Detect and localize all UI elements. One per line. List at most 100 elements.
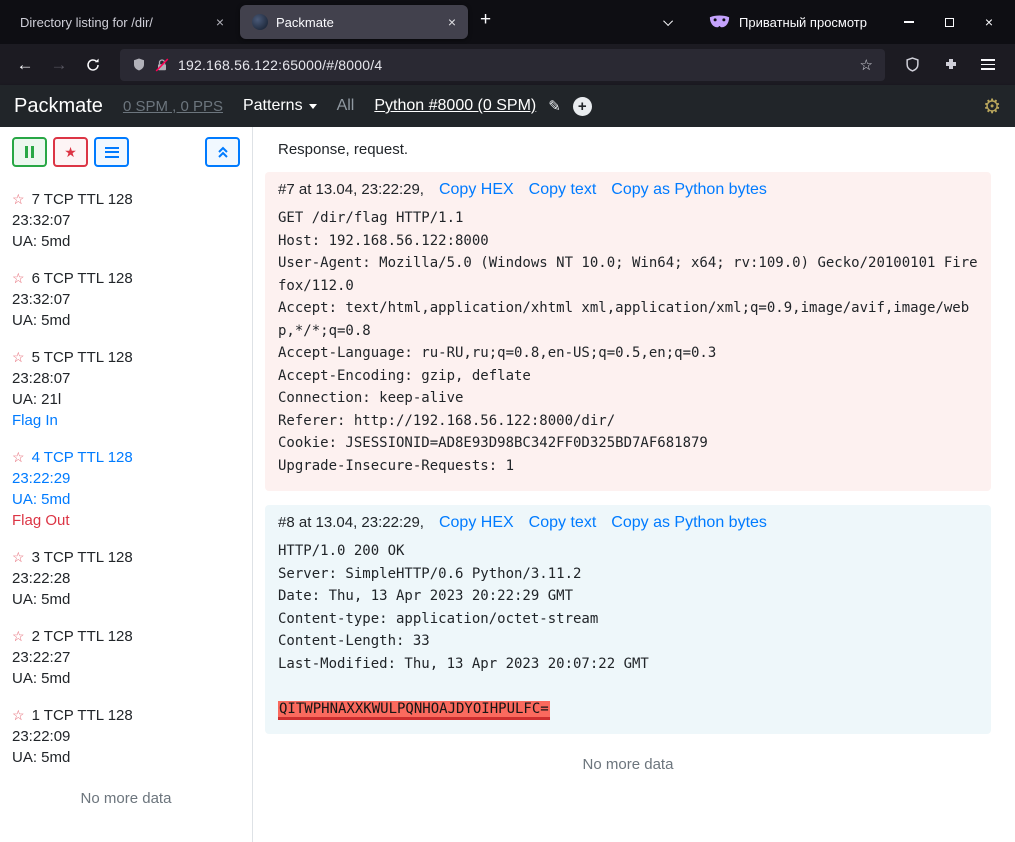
patterns-dropdown[interactable]: Patterns bbox=[243, 97, 317, 115]
copy-text-link[interactable]: Copy text bbox=[529, 181, 597, 199]
insecure-lock-icon[interactable] bbox=[155, 58, 169, 72]
packmate-favicon bbox=[252, 14, 268, 30]
content-area: ★ ☆ 7 TCP TTL 128 23:32:07 UA: 5md ☆ 6 TCP… bbox=[0, 127, 1015, 842]
star-icon[interactable]: ☆ bbox=[12, 268, 25, 289]
caret-down-icon bbox=[309, 104, 317, 109]
stream-time: 23:22:29 bbox=[12, 468, 240, 489]
close-tab-icon[interactable]: × bbox=[212, 14, 228, 30]
packet-header: #8 at 13.04, 23:22:29, Copy HEX Copy tex… bbox=[278, 514, 978, 532]
add-service-icon[interactable]: + bbox=[573, 97, 592, 116]
stream-item-4[interactable]: ☆4 TCP TTL 128 23:22:29 UA: 5md Flag Out bbox=[12, 447, 240, 531]
stream-ua: UA: 5md bbox=[12, 489, 240, 510]
tab-bar: Directory listing for /dir/ × Packmate ×… bbox=[0, 0, 1015, 44]
edit-service-icon[interactable]: ✎ bbox=[548, 97, 561, 115]
packet-id: #8 at 13.04, 23:22:29, bbox=[278, 514, 424, 531]
stream-title: 7 TCP TTL 128 bbox=[32, 189, 133, 210]
flag-in-link[interactable]: Flag In bbox=[12, 410, 240, 431]
hamburger-icon bbox=[981, 59, 995, 61]
stream-ua: UA: 21l bbox=[12, 389, 240, 410]
settings-gear-icon[interactable]: ⚙ bbox=[983, 94, 1001, 119]
direction-filter-text: Response, request. bbox=[278, 141, 991, 158]
stream-title: 1 TCP TTL 128 bbox=[32, 705, 133, 726]
stream-ua: UA: 5md bbox=[12, 310, 240, 331]
star-icon[interactable]: ☆ bbox=[12, 705, 25, 726]
star-icon[interactable]: ☆ bbox=[12, 626, 25, 647]
pause-stream-button[interactable] bbox=[12, 137, 47, 167]
packet-header: #7 at 13.04, 23:22:29, Copy HEX Copy tex… bbox=[278, 181, 978, 199]
stream-time: 23:32:07 bbox=[12, 210, 240, 231]
url-input[interactable]: 192.168.56.122:65000/#/8000/4 bbox=[178, 57, 851, 73]
stream-time: 23:32:07 bbox=[12, 289, 240, 310]
stream-title: 6 TCP TTL 128 bbox=[32, 268, 133, 289]
main-no-more-data: No more data bbox=[265, 756, 991, 773]
star-icon[interactable]: ☆ bbox=[12, 547, 25, 568]
stream-item-2[interactable]: ☆2 TCP TTL 128 23:22:27 UA: 5md bbox=[12, 626, 240, 689]
protections-button[interactable] bbox=[897, 50, 927, 80]
url-bar[interactable]: 192.168.56.122:65000/#/8000/4 ☆ bbox=[120, 49, 885, 81]
star-icon[interactable]: ☆ bbox=[12, 189, 25, 210]
maximize-button[interactable] bbox=[929, 5, 969, 39]
streams-sidebar: ★ ☆ 7 TCP TTL 128 23:32:07 UA: 5md ☆ 6 TCP… bbox=[0, 127, 253, 842]
stream-title: 5 TCP TTL 128 bbox=[32, 347, 133, 368]
shield-icon bbox=[905, 57, 920, 72]
stream-ua: UA: 5md bbox=[12, 589, 240, 610]
private-badge-label: Приватный просмотр bbox=[739, 15, 867, 30]
private-mask-icon bbox=[709, 15, 730, 29]
minimize-button[interactable] bbox=[889, 5, 929, 39]
tab-title: Packmate bbox=[276, 15, 436, 30]
copy-python-bytes-link[interactable]: Copy as Python bytes bbox=[611, 181, 767, 199]
app-brand[interactable]: Packmate bbox=[14, 95, 103, 118]
chevron-down-icon bbox=[663, 16, 673, 26]
collapse-sidebar-button[interactable] bbox=[205, 137, 240, 167]
patterns-label: Patterns bbox=[243, 97, 303, 115]
list-icon bbox=[105, 147, 119, 149]
copy-text-link[interactable]: Copy text bbox=[529, 514, 597, 532]
packet-card-response: #8 at 13.04, 23:22:29, Copy HEX Copy tex… bbox=[265, 505, 991, 734]
close-window-button[interactable]: × bbox=[969, 5, 1009, 39]
packet-card-request: #7 at 13.04, 23:22:29, Copy HEX Copy tex… bbox=[265, 172, 991, 491]
favorites-filter-button[interactable]: ★ bbox=[53, 137, 88, 167]
sidebar-no-more-data: No more data bbox=[12, 790, 240, 807]
stream-item-3[interactable]: ☆3 TCP TTL 128 23:22:28 UA: 5md bbox=[12, 547, 240, 610]
tab-directory-listing[interactable]: Directory listing for /dir/ × bbox=[8, 5, 236, 39]
list-all-tabs-button[interactable] bbox=[656, 5, 683, 39]
extensions-puzzle-icon bbox=[943, 57, 958, 72]
highlighted-flag-match: QITWPHNAXXKWULPQNHOAJDYOIHPULFC= bbox=[278, 701, 550, 720]
list-view-button[interactable] bbox=[94, 137, 129, 167]
spm-pps-stats: 0 SPM , 0 PPS bbox=[123, 98, 223, 115]
copy-python-bytes-link[interactable]: Copy as Python bytes bbox=[611, 514, 767, 532]
copy-hex-link[interactable]: Copy HEX bbox=[439, 181, 514, 199]
stream-item-6[interactable]: ☆ 6 TCP TTL 128 23:32:07 UA: 5md bbox=[12, 268, 240, 331]
sidebar-toolbar: ★ bbox=[12, 137, 240, 167]
stream-item-5[interactable]: ☆5 TCP TTL 128 23:28:07 UA: 21l Flag In bbox=[12, 347, 240, 431]
extensions-button[interactable] bbox=[935, 50, 965, 80]
stream-item-1[interactable]: ☆1 TCP TTL 128 23:22:09 UA: 5md bbox=[12, 705, 240, 768]
bookmark-star-icon[interactable]: ☆ bbox=[860, 56, 873, 74]
stream-item-7[interactable]: ☆ 7 TCP TTL 128 23:32:07 UA: 5md bbox=[12, 189, 240, 252]
stream-time: 23:22:28 bbox=[12, 568, 240, 589]
copy-hex-link[interactable]: Copy HEX bbox=[439, 514, 514, 532]
service-name-link[interactable]: Python #8000 (0 SPM) bbox=[374, 97, 536, 115]
back-button[interactable]: ← bbox=[10, 50, 40, 80]
menu-button[interactable] bbox=[973, 50, 1003, 80]
tab-packmate[interactable]: Packmate × bbox=[240, 5, 468, 39]
stream-title: 2 TCP TTL 128 bbox=[32, 626, 133, 647]
stream-ua: UA: 5md bbox=[12, 231, 240, 252]
service-filter-all[interactable]: All bbox=[337, 97, 355, 115]
close-tab-icon[interactable]: × bbox=[444, 14, 460, 30]
flag-line: QITWPHNAXXKWULPQNHOAJDYOIHPULFC= bbox=[278, 698, 978, 720]
pause-icon bbox=[25, 146, 28, 158]
reload-icon bbox=[86, 58, 100, 72]
new-tab-button[interactable]: + bbox=[470, 7, 501, 37]
maximize-icon bbox=[945, 18, 954, 27]
browser-window: Directory listing for /dir/ × Packmate ×… bbox=[0, 0, 1015, 842]
star-icon[interactable]: ☆ bbox=[12, 447, 25, 468]
flag-out-link[interactable]: Flag Out bbox=[12, 510, 240, 531]
stream-ua: UA: 5md bbox=[12, 747, 240, 768]
forward-button[interactable]: → bbox=[44, 50, 74, 80]
current-service: Python #8000 (0 SPM) ✎ + bbox=[374, 97, 591, 116]
tracking-protection-shield-icon[interactable] bbox=[132, 57, 146, 72]
star-icon[interactable]: ☆ bbox=[12, 347, 25, 368]
stream-time: 23:22:27 bbox=[12, 647, 240, 668]
reload-button[interactable] bbox=[78, 50, 108, 80]
